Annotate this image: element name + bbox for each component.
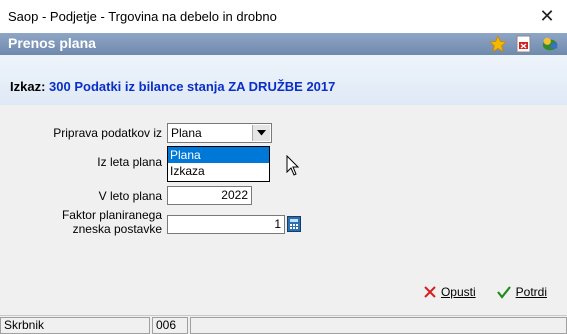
confirm-button[interactable]: Potrdi (496, 285, 547, 299)
calculator-icon[interactable] (287, 216, 301, 232)
status-bar: Skrbnik 006 (0, 315, 567, 334)
confirm-label: Potrdi (515, 285, 547, 299)
status-user: Skrbnik (0, 317, 150, 334)
factor-label-line2: zneska postavke (72, 222, 162, 236)
close-button[interactable]: ✕ (527, 0, 567, 33)
source-select-value: Plana (171, 126, 202, 140)
factor-label: Faktor planiranega zneska postavke (40, 208, 162, 236)
mouse-cursor-icon (286, 154, 300, 180)
help-icon[interactable] (541, 35, 559, 53)
header-toolbar (489, 35, 559, 53)
report-bar: Izkaz: 300 Podatki iz bilance stanja ZA … (0, 55, 567, 105)
cancel-button[interactable]: Opusti (423, 285, 476, 299)
to-year-field[interactable]: 2022 (167, 186, 252, 205)
pdf-icon[interactable] (515, 35, 533, 53)
cancel-label: Opusti (440, 285, 476, 299)
source-options-list: Plana Izkaza (167, 146, 270, 182)
close-x-icon (424, 286, 436, 298)
source-select[interactable]: Plana (167, 123, 272, 143)
from-year-label: Iz leta plana (97, 155, 162, 169)
status-code: 006 (152, 317, 188, 334)
report-label: Izkaz: (10, 79, 46, 94)
dialog-title: Prenos plana (8, 35, 96, 51)
status-empty (190, 317, 567, 334)
checkmark-icon (496, 286, 511, 299)
report-value: 300 Podatki iz bilance stanja ZA DRUŽBE … (49, 79, 336, 94)
to-year-label: V leto plana (98, 189, 162, 203)
source-label: Priprava podatkov iz (53, 126, 162, 140)
dialog-header: Prenos plana (0, 33, 567, 55)
form-panel: Priprava podatkov iz Plana Iz leta plana… (0, 105, 567, 315)
window-titlebar: Saop - Podjetje - Trgovina na debelo in … (0, 0, 567, 33)
star-icon[interactable] (489, 35, 507, 53)
dialog-actions: Opusti Potrdi (423, 285, 547, 299)
source-option[interactable]: Izkaza (168, 163, 269, 179)
factor-label-line1: Faktor planiranega (61, 208, 162, 222)
chevron-down-icon[interactable] (252, 125, 270, 141)
report-info: Izkaz: 300 Podatki iz bilance stanja ZA … (10, 79, 335, 94)
source-option[interactable]: Plana (168, 147, 269, 163)
window-title: Saop - Podjetje - Trgovina na debelo in … (8, 9, 277, 24)
factor-field[interactable]: 1 (167, 215, 285, 234)
